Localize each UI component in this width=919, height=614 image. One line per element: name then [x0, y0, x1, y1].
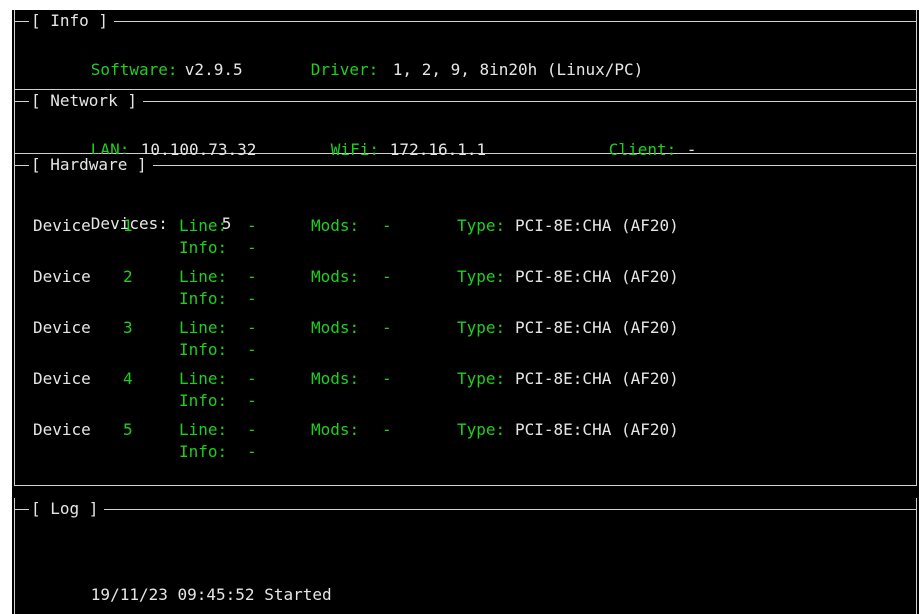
device-mods-label: Mods:	[311, 318, 360, 337]
log-panel-title: [ Log ]	[29, 498, 105, 520]
log-entry: 19/11/23 09:45:52 Started	[33, 562, 332, 604]
info-panel-title: [ Info ]	[29, 10, 115, 32]
device-info-value: -	[247, 442, 257, 461]
device-type-value: PCI-8E:CHA (AF20)	[515, 420, 679, 439]
device-mods-label: Mods:	[311, 267, 360, 286]
device-info-label: Info:	[179, 238, 228, 257]
device-mods-value: -	[382, 216, 392, 235]
hardware-panel: [ Hardware ] Devices: 5 Device 1 Line: - Mod…	[14, 154, 917, 486]
network-panel-title: [ Network ]	[29, 90, 143, 112]
device-number: 5	[123, 420, 133, 439]
device-type-label: Type:	[457, 267, 506, 286]
device-info-label: Info:	[179, 391, 228, 410]
device-mods-value: -	[382, 318, 392, 337]
device-mods-label: Mods:	[311, 216, 360, 235]
device-mods-value: -	[382, 420, 392, 439]
device-line-value: -	[247, 420, 257, 439]
hardware-panel-title: [ Hardware ]	[29, 154, 153, 176]
device-info-value: -	[247, 391, 257, 410]
network-panel-border	[14, 90, 917, 111]
device-type-label: Type:	[457, 369, 506, 388]
log-panel-border	[14, 498, 917, 519]
device-label: Device	[33, 318, 91, 337]
device-type-label: Type:	[457, 216, 506, 235]
device-line-value: -	[247, 318, 257, 337]
device-line-label: Line:	[179, 216, 228, 235]
device-number: 4	[123, 369, 133, 388]
device-mods-label: Mods:	[311, 420, 360, 439]
info-panel-border	[14, 10, 917, 31]
terminal-window: [ Info ] Software: v2.9.5 Driver: 1, 2, …	[12, 10, 919, 614]
log-entry-text: 19/11/23 09:45:52 Started	[90, 585, 332, 604]
device-number: 3	[123, 318, 133, 337]
device-mods-value: -	[382, 369, 392, 388]
device-label: Device	[33, 420, 91, 439]
log-panel: [ Log ] 19/11/23 09:45:52 Started	[14, 498, 917, 614]
device-type-value: PCI-8E:CHA (AF20)	[515, 267, 679, 286]
device-line-value: -	[247, 216, 257, 235]
device-info-label: Info:	[179, 340, 228, 359]
device-line-label: Line:	[179, 267, 228, 286]
device-type-value: PCI-8E:CHA (AF20)	[515, 369, 679, 388]
device-line-label: Line:	[179, 318, 228, 337]
device-label: Device	[33, 267, 91, 286]
device-type-value: PCI-8E:CHA (AF20)	[515, 318, 679, 337]
device-info-label: Info:	[179, 442, 228, 461]
device-info-label: Info:	[179, 289, 228, 308]
device-info-value: -	[247, 289, 257, 308]
device-line-label: Line:	[179, 420, 228, 439]
info-panel: [ Info ] Software: v2.9.5 Driver: 1, 2, …	[14, 10, 917, 90]
device-type-label: Type:	[457, 318, 506, 337]
network-panel: [ Network ] LAN: 10.100.73.32 WiFi: 172.…	[14, 90, 917, 159]
device-label: Device	[33, 369, 91, 388]
device-number: 2	[123, 267, 133, 286]
device-info-value: -	[247, 340, 257, 359]
device-mods-value: -	[382, 267, 392, 286]
device-info-value: -	[247, 238, 257, 257]
device-number: 1	[123, 216, 133, 235]
device-label: Device	[33, 216, 91, 235]
device-line-value: -	[247, 369, 257, 388]
driver-value: 1, 2, 9, 8in20h (Linux/PC)	[392, 60, 644, 79]
device-line-label: Line:	[179, 369, 228, 388]
device-type-label: Type:	[457, 420, 506, 439]
device-line-value: -	[247, 267, 257, 286]
software-version: v2.9.5	[184, 60, 243, 79]
device-mods-label: Mods:	[311, 369, 360, 388]
device-type-value: PCI-8E:CHA (AF20)	[515, 216, 679, 235]
